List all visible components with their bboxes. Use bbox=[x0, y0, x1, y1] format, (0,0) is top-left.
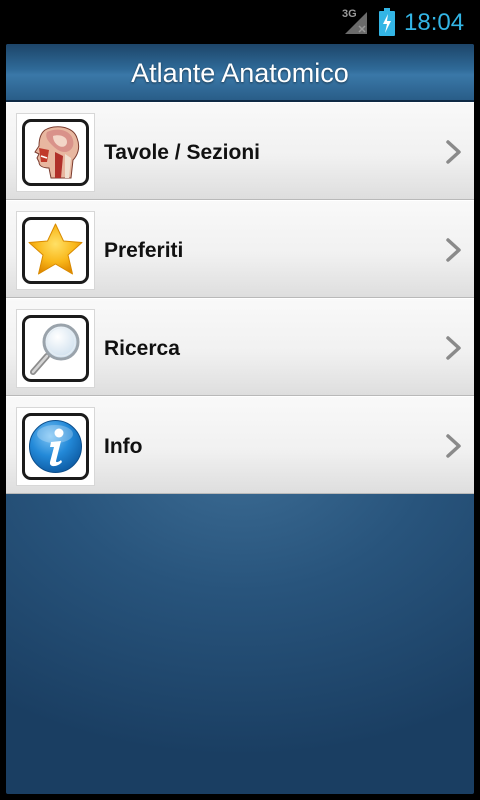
menu-item-tavole-sezioni[interactable]: Tavole / Sezioni bbox=[6, 102, 474, 200]
menu-item-icon-frame bbox=[16, 309, 95, 388]
menu-item-label: Preferiti bbox=[104, 239, 184, 262]
signal-icon: 3G bbox=[341, 8, 369, 36]
menu-item-icon-frame bbox=[16, 113, 95, 192]
menu-item-icon-frame bbox=[16, 211, 95, 290]
status-bar: 3G 18:04 bbox=[0, 0, 480, 44]
chevron-right-icon bbox=[446, 238, 461, 262]
status-clock: 18:04 bbox=[404, 9, 465, 36]
battery-charging-icon bbox=[378, 8, 396, 36]
menu-item-preferiti[interactable]: Preferiti bbox=[6, 200, 474, 298]
chevron-right-icon bbox=[446, 140, 461, 164]
app-window: Atlante Anatomico Tavole / Sezioni Prefe… bbox=[6, 44, 474, 794]
title-bar: Atlante Anatomico bbox=[6, 44, 474, 102]
star-icon bbox=[22, 217, 89, 284]
info-icon bbox=[22, 413, 89, 480]
magnifier-icon bbox=[22, 315, 89, 382]
head-anatomy-icon bbox=[22, 119, 89, 186]
menu-item-ricerca[interactable]: Ricerca bbox=[6, 298, 474, 396]
chevron-right-icon bbox=[446, 434, 461, 458]
menu-item-label: Tavole / Sezioni bbox=[104, 141, 260, 164]
page-title: Atlante Anatomico bbox=[131, 58, 349, 88]
menu-item-icon-frame bbox=[16, 407, 95, 486]
chevron-right-icon bbox=[446, 336, 461, 360]
main-menu: Tavole / Sezioni Preferiti Ricerca Info bbox=[6, 102, 474, 494]
network-type-label: 3G bbox=[342, 8, 357, 20]
menu-item-info[interactable]: Info bbox=[6, 396, 474, 494]
menu-item-label: Info bbox=[104, 435, 143, 458]
menu-item-label: Ricerca bbox=[104, 337, 180, 360]
